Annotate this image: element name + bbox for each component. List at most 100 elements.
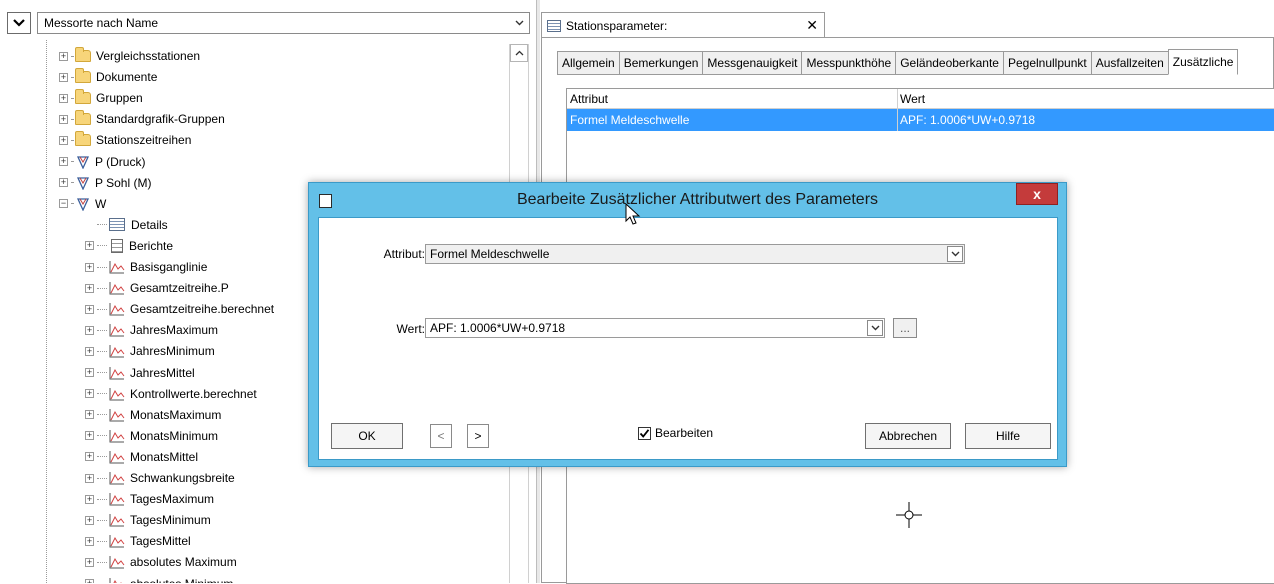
collapse-tree-button[interactable]: [7, 12, 31, 34]
tab-bemerkungen[interactable]: Bemerkungen: [618, 51, 704, 75]
column-header-attribut[interactable]: Attribut: [567, 89, 898, 108]
tree-item-label: W: [95, 196, 107, 211]
tab-ausfallzeiten[interactable]: Ausfallzeiten: [1090, 51, 1169, 75]
attribute-select[interactable]: Formel Meldeschwelle: [425, 244, 965, 264]
expand-icon[interactable]: +: [59, 93, 68, 103]
expand-icon[interactable]: +: [85, 262, 94, 272]
tree-item[interactable]: + MonatsMittel: [85, 447, 198, 467]
tree-item[interactable]: + P (Druck): [59, 152, 145, 172]
tree-item[interactable]: + Vergleichsstationen: [59, 46, 200, 66]
chevron-down-icon[interactable]: [947, 246, 963, 262]
cancel-button[interactable]: Abbrechen: [865, 423, 951, 449]
tree-item[interactable]: + MonatsMaximum: [85, 405, 221, 425]
expand-icon[interactable]: +: [85, 389, 94, 399]
tree-item[interactable]: + Gesamtzeitreihe.berechnet: [85, 299, 274, 319]
tree-item[interactable]: + JahresMittel: [85, 363, 195, 383]
expand-icon[interactable]: +: [59, 72, 68, 82]
tree-item[interactable]: + JahresMaximum: [85, 320, 218, 340]
expand-icon[interactable]: +: [59, 51, 68, 61]
expand-icon[interactable]: +: [85, 241, 94, 251]
expand-icon[interactable]: +: [85, 325, 94, 335]
tab-geländeoberkante[interactable]: Geländeoberkante: [895, 51, 1004, 75]
tree-view-select[interactable]: Messorte nach Name: [37, 12, 530, 34]
timeseries-chart-icon: [109, 450, 125, 464]
tree-item-label: MonatsMaximum: [130, 407, 222, 422]
expand-icon[interactable]: +: [85, 579, 94, 583]
value-combobox[interactable]: APF: 1.0006*UW+0.9718: [425, 318, 885, 338]
tree-item[interactable]: + Stationszeitreihen: [59, 130, 191, 150]
expand-icon[interactable]: +: [59, 157, 68, 166]
expand-icon[interactable]: +: [85, 557, 94, 567]
expand-icon[interactable]: +: [85, 283, 94, 293]
tree-item-label: MonatsMinimum: [130, 428, 219, 443]
tree-item[interactable]: + MonatsMinimum: [85, 426, 218, 446]
edit-checkbox[interactable]: [638, 426, 651, 440]
tree-connector: [97, 414, 107, 416]
collapse-icon[interactable]: −: [59, 199, 68, 209]
tree-item[interactable]: − W: [59, 194, 106, 214]
tab-zusätzliche[interactable]: Zusätzliche: [1167, 49, 1239, 75]
tree-connector: [97, 540, 107, 542]
crosshair-cursor-icon: [896, 502, 922, 528]
ok-button[interactable]: OK: [331, 423, 403, 449]
tree-item[interactable]: + Gruppen: [59, 88, 143, 108]
tree-item[interactable]: + TagesMaximum: [85, 489, 214, 509]
expand-icon[interactable]: +: [85, 536, 94, 546]
expand-icon[interactable]: +: [85, 431, 94, 441]
tree-item[interactable]: + Dokumente: [59, 67, 157, 87]
expand-icon[interactable]: +: [85, 452, 94, 462]
tree-connector: [97, 393, 107, 395]
tree-item-label: Vergleichsstationen: [96, 49, 201, 63]
dialog-close-button[interactable]: x: [1016, 183, 1058, 205]
column-header-wert[interactable]: Wert: [898, 89, 1274, 108]
tree-connector: [97, 435, 107, 437]
expand-icon[interactable]: +: [59, 135, 68, 145]
timeseries-chart-icon: [109, 471, 125, 485]
dialog-titlebar[interactable]: Bearbeite Zusätzlicher Attributwert des …: [309, 183, 1066, 217]
tab-messpunkthöhe[interactable]: Messpunkthöhe: [801, 51, 897, 75]
edit-checkbox-group[interactable]: Bearbeiten: [638, 426, 713, 440]
tree-item[interactable]: + TagesMinimum: [85, 510, 211, 530]
tree-item[interactable]: + JahresMinimum: [85, 341, 215, 361]
expand-icon[interactable]: +: [85, 368, 94, 377]
scroll-up-button[interactable]: [510, 44, 528, 62]
expand-icon[interactable]: +: [85, 346, 94, 356]
expand-icon[interactable]: +: [85, 494, 94, 504]
tab-allgemein[interactable]: Allgemein: [557, 51, 620, 75]
tree-item[interactable]: + absolutes Minimum: [85, 574, 233, 583]
tree-item[interactable]: + Schwankungsbreite: [85, 468, 235, 488]
expand-icon[interactable]: +: [85, 515, 94, 525]
parameter-icon: [75, 196, 91, 212]
tab-pegelnullpunkt[interactable]: Pegelnullpunkt: [1002, 51, 1092, 75]
tree-item[interactable]: + Basisganglinie: [85, 257, 207, 277]
chevron-down-icon: [509, 13, 529, 33]
parameter-tabs: Allgemein Bemerkungen Messgenauigkeit Messp…: [557, 49, 1239, 75]
tree-item[interactable]: + Kontrollwerte.berechnet: [85, 384, 257, 404]
expand-icon[interactable]: +: [85, 473, 94, 483]
tab-messgenauigkeit[interactable]: Messgenauigkeit: [702, 51, 803, 75]
document-tab-stationsparameter[interactable]: Stationsparameter: ✕: [541, 12, 825, 38]
tree-item[interactable]: + Gesamtzeitreihe.P: [85, 278, 229, 298]
chevron-down-icon[interactable]: [867, 320, 883, 336]
expand-icon[interactable]: +: [59, 114, 68, 124]
next-button[interactable]: >: [467, 424, 489, 448]
tree-connector: [97, 498, 107, 500]
timeseries-chart-icon: [109, 555, 125, 569]
tree-item[interactable]: + Standardgrafik-Gruppen: [59, 109, 225, 129]
expand-icon[interactable]: +: [85, 410, 94, 420]
previous-button[interactable]: <: [430, 424, 452, 448]
tree-item[interactable]: + P Sohl (M): [59, 173, 151, 193]
value-label: Wert:: [396, 322, 425, 336]
tree-connector: [97, 308, 107, 310]
close-icon[interactable]: ✕: [806, 17, 818, 34]
tree-item[interactable]: + Berichte: [85, 236, 173, 256]
timeseries-chart-icon: [109, 513, 125, 527]
tree-item[interactable]: Details: [85, 215, 168, 235]
help-button[interactable]: Hilfe: [965, 423, 1051, 449]
tree-item[interactable]: + TagesMittel: [85, 531, 191, 551]
tree-item[interactable]: + absolutes Maximum: [85, 552, 237, 572]
ellipsis-button[interactable]: ...: [893, 318, 917, 338]
table-row[interactable]: Formel Meldeschwelle APF: 1.0006*UW+0.97…: [567, 109, 1274, 131]
expand-icon[interactable]: +: [59, 178, 68, 188]
expand-icon[interactable]: +: [85, 304, 94, 314]
